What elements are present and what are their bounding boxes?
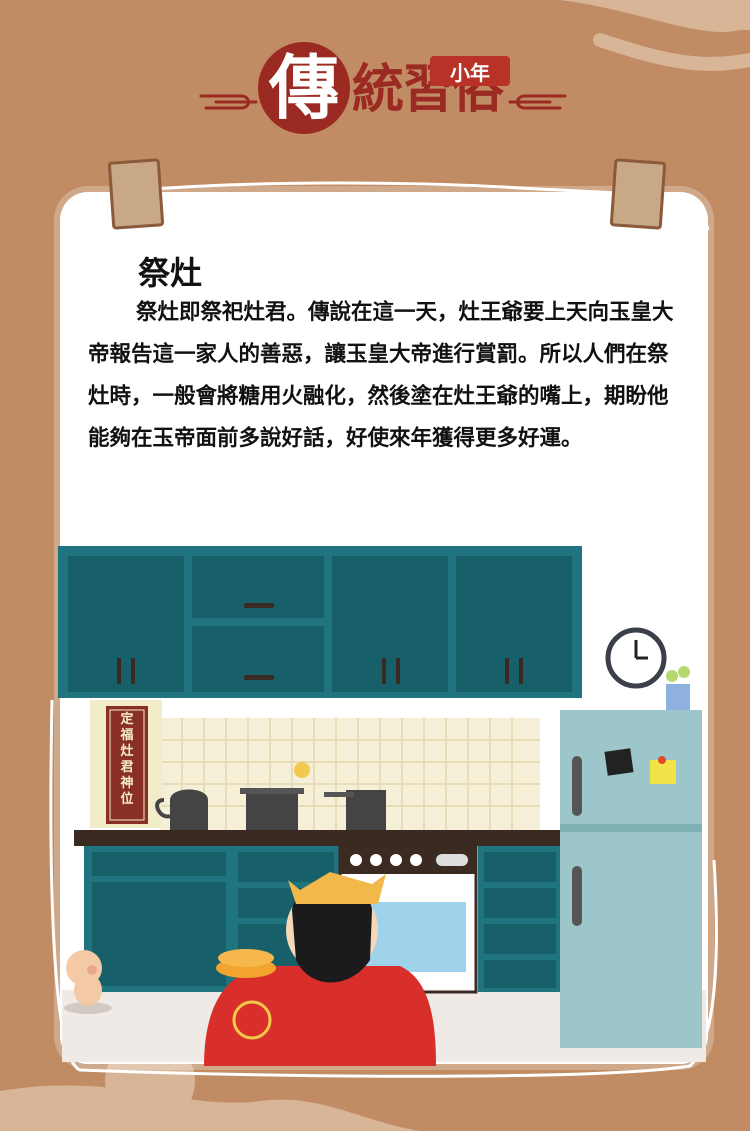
kettle — [170, 789, 208, 830]
wall-clock — [605, 627, 667, 689]
steam — [294, 762, 310, 778]
pot-left — [246, 790, 298, 830]
kitchen-illustration — [58, 546, 706, 1066]
plaque-text: 定福灶君神位 — [120, 712, 134, 807]
refrigerator — [560, 710, 702, 1048]
upper-cabinets — [58, 546, 582, 698]
countertop — [74, 830, 560, 846]
potted-plant — [666, 666, 690, 710]
